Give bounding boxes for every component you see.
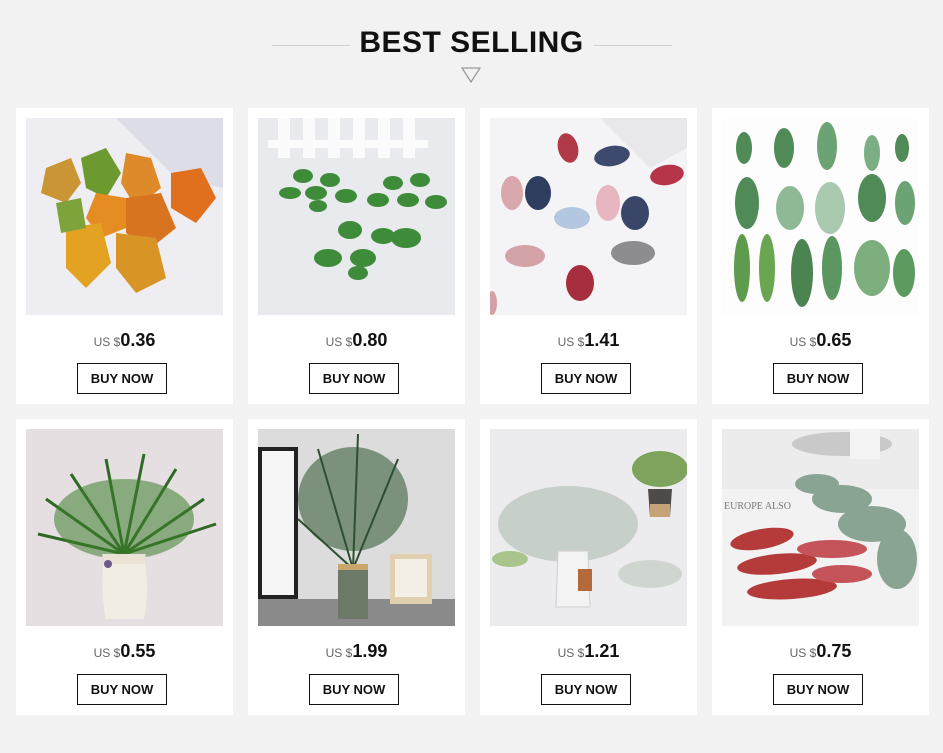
- currency-label: US $: [325, 646, 353, 660]
- header-divider-right: [594, 45, 672, 46]
- product-image[interactable]: [26, 429, 223, 626]
- buy-now-button[interactable]: BUY NOW: [541, 363, 631, 394]
- product-price: US $0.65: [712, 330, 929, 351]
- currency-label: US $: [557, 335, 585, 349]
- currency-label: US $: [789, 335, 817, 349]
- price-value: 0.55: [120, 641, 156, 661]
- price-value: 1.41: [584, 330, 620, 350]
- product-card: US $1.41 BUY NOW: [480, 108, 697, 404]
- section-header: BEST SELLING: [0, 0, 943, 100]
- product-grid: US $0.36 BUY NOW US $0.80 BUY NOW US $1.…: [16, 108, 929, 715]
- buy-now-button[interactable]: BUY NOW: [309, 363, 399, 394]
- product-image[interactable]: [258, 429, 455, 626]
- currency-label: US $: [789, 646, 817, 660]
- product-price: US $1.41: [480, 330, 697, 351]
- buy-now-button[interactable]: BUY NOW: [541, 674, 631, 705]
- product-card: US $0.65 BUY NOW: [712, 108, 929, 404]
- product-image[interactable]: EUROPE ALSO: [722, 429, 919, 626]
- product-card: US $0.80 BUY NOW: [248, 108, 465, 404]
- chevron-down-icon: [461, 67, 481, 83]
- currency-label: US $: [557, 646, 585, 660]
- svg-text:EUROPE ALSO: EUROPE ALSO: [724, 501, 791, 512]
- buy-now-button[interactable]: BUY NOW: [77, 674, 167, 705]
- price-value: 1.99: [352, 641, 388, 661]
- currency-label: US $: [325, 335, 353, 349]
- product-price: US $0.55: [16, 641, 233, 662]
- buy-now-button[interactable]: BUY NOW: [309, 674, 399, 705]
- price-value: 0.75: [816, 641, 852, 661]
- product-price: US $0.75: [712, 641, 929, 662]
- price-value: 0.80: [352, 330, 388, 350]
- product-image[interactable]: [490, 429, 687, 626]
- product-price: US $1.99: [248, 641, 465, 662]
- buy-now-button[interactable]: BUY NOW: [773, 363, 863, 394]
- product-image[interactable]: [722, 118, 919, 315]
- product-card: US $1.99 BUY NOW: [248, 419, 465, 715]
- currency-label: US $: [93, 646, 121, 660]
- buy-now-button[interactable]: BUY NOW: [773, 674, 863, 705]
- product-price: US $1.21: [480, 641, 697, 662]
- product-price: US $0.80: [248, 330, 465, 351]
- price-value: 0.65: [816, 330, 852, 350]
- currency-label: US $: [93, 335, 121, 349]
- page-title: BEST SELLING: [359, 26, 584, 59]
- product-card: US $0.36 BUY NOW: [16, 108, 233, 404]
- product-image[interactable]: [26, 118, 223, 315]
- product-card: US $1.21 BUY NOW: [480, 419, 697, 715]
- price-value: 1.21: [584, 641, 620, 661]
- buy-now-button[interactable]: BUY NOW: [77, 363, 167, 394]
- product-card: EUROPE ALSO US $0.75 BUY NOW: [712, 419, 929, 715]
- price-value: 0.36: [120, 330, 156, 350]
- product-price: US $0.36: [16, 330, 233, 351]
- product-card: US $0.55 BUY NOW: [16, 419, 233, 715]
- product-image[interactable]: [258, 118, 455, 315]
- product-image[interactable]: [490, 118, 687, 315]
